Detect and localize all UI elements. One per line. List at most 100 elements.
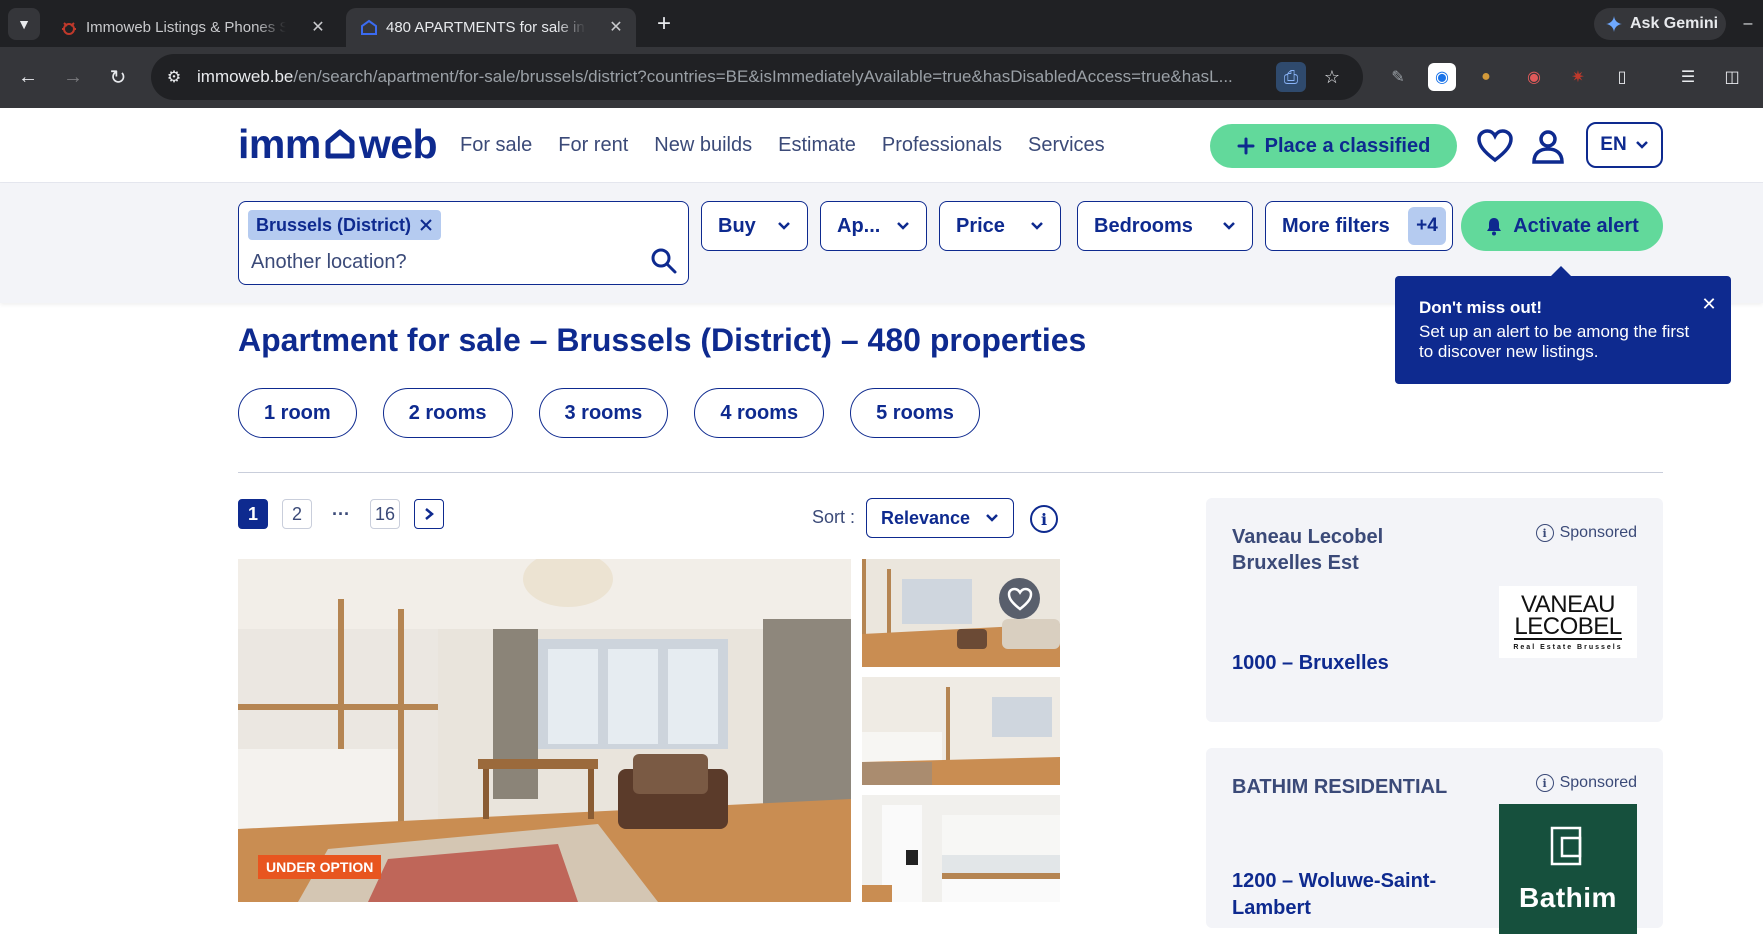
- reading-list-icon[interactable]: ☰: [1674, 63, 1702, 91]
- listing-thumb-2[interactable]: [862, 677, 1060, 785]
- info-icon: i: [1535, 774, 1554, 792]
- plus-icon: [1237, 137, 1255, 155]
- forward-icon[interactable]: →: [57, 61, 89, 93]
- agency-address: 1000 – Bruxelles: [1232, 652, 1389, 674]
- url-path: /en/search/apartment/for-sale/brussels/d…: [293, 67, 1233, 86]
- reload-icon[interactable]: ↻: [102, 61, 134, 93]
- room-pill-5[interactable]: 5 rooms: [850, 388, 980, 438]
- nav-for-sale[interactable]: For sale: [460, 134, 532, 157]
- sponsored-tag[interactable]: i Sponsored: [1535, 774, 1637, 792]
- sort-info-icon[interactable]: i: [1030, 505, 1058, 533]
- place-classified-button[interactable]: Place a classified: [1210, 124, 1457, 168]
- chevron-down-icon: [1635, 141, 1648, 149]
- location-chip[interactable]: Brussels (District): [248, 210, 442, 240]
- bug-extension-icon[interactable]: ✷: [1564, 63, 1592, 91]
- ask-gemini-button[interactable]: Ask Gemini: [1594, 8, 1726, 40]
- room-filter-pills: 1 room 2 rooms 3 rooms 4 rooms 5 rooms: [238, 388, 980, 438]
- room-pill-4[interactable]: 4 rooms: [694, 388, 825, 438]
- divider: [238, 472, 1663, 473]
- listing-main-photo[interactable]: [238, 559, 851, 902]
- new-tab-button[interactable]: +: [650, 10, 678, 38]
- tooltip-text: Set up an alert to be among the first to…: [1419, 322, 1690, 361]
- location-search-box[interactable]: Brussels (District): [238, 201, 689, 285]
- bug-extension-icon: [62, 22, 76, 35]
- status-badge: UNDER OPTION: [258, 855, 382, 879]
- url-text[interactable]: immoweb.be/en/search/apartment/for-sale/…: [197, 67, 1287, 89]
- nav-professionals[interactable]: Professionals: [882, 134, 1002, 157]
- pagination: 1 2 ··· 16: [238, 499, 444, 529]
- sponsored-agency-card[interactable]: BATHIM RESIDENTIAL i Sponsored 1200 – Wol…: [1206, 748, 1663, 934]
- page-1-button[interactable]: 1: [238, 499, 268, 529]
- location-input[interactable]: [251, 248, 611, 276]
- close-tab-icon[interactable]: ✕: [606, 17, 626, 37]
- logo-line-3: Real Estate Brussels: [1513, 643, 1623, 651]
- language-label: EN: [1600, 134, 1627, 155]
- place-classified-label: Place a classified: [1264, 134, 1431, 157]
- gemini-sparkle-icon: [1606, 16, 1622, 32]
- pen-extension-icon[interactable]: ✎: [1384, 63, 1412, 91]
- browser-tab-immoweb-listings[interactable]: Immoweb Listings & Phones Se ✕: [46, 8, 338, 47]
- sponsored-tag[interactable]: i Sponsored: [1535, 524, 1637, 542]
- address-bar[interactable]: ⚙ immoweb.be/en/search/apartment/for-sal…: [151, 54, 1363, 100]
- price-dropdown[interactable]: Price: [939, 201, 1061, 251]
- cookie-extension-icon[interactable]: ●: [1472, 63, 1500, 91]
- nav-for-rent[interactable]: For rent: [558, 134, 628, 157]
- sort-dropdown[interactable]: Relevance: [866, 498, 1014, 538]
- user-account-icon[interactable]: [1528, 126, 1568, 166]
- property-type-dropdown[interactable]: Ap...: [820, 201, 927, 251]
- bedrooms-dropdown[interactable]: Bedrooms: [1077, 201, 1253, 251]
- save-listing-heart-icon[interactable]: [999, 578, 1040, 619]
- sponsored-agency-card[interactable]: Vaneau Lecobel Bruxelles Est i Sponsored …: [1206, 498, 1663, 722]
- more-filters-button[interactable]: More filters +4: [1265, 201, 1453, 251]
- bedrooms-label: Bedrooms: [1094, 214, 1193, 237]
- room-pill-3[interactable]: 3 rooms: [538, 388, 669, 438]
- agency-logo: Bathim: [1499, 804, 1637, 934]
- page-2-button[interactable]: 2: [282, 499, 312, 529]
- sort-label: Sort :: [812, 507, 856, 527]
- favorites-heart-icon[interactable]: [1475, 126, 1515, 166]
- tab-title: 480 APARTMENTS for sale in Br: [386, 19, 586, 36]
- page-last-button[interactable]: 16: [370, 499, 400, 529]
- page-title: Apartment for sale – Brussels (District)…: [238, 322, 1087, 358]
- site-header: imm web For sale For rent New builds Est…: [0, 108, 1763, 183]
- search-icon[interactable]: [649, 246, 679, 276]
- agency-logo: VANEAU LECOBEL Real Estate Brussels: [1499, 586, 1637, 658]
- logo-text-left: imm: [238, 120, 321, 167]
- transaction-type-dropdown[interactable]: Buy: [701, 201, 808, 251]
- cat-extension-icon[interactable]: ◉: [1520, 63, 1548, 91]
- ask-gemini-label: Ask Gemini: [1630, 15, 1719, 32]
- side-panel-icon[interactable]: ◫: [1718, 63, 1746, 91]
- window-minimize-icon[interactable]: –: [1733, 0, 1763, 47]
- immoweb-logo[interactable]: imm web: [238, 120, 438, 167]
- house-logo-icon: [325, 129, 355, 159]
- main-nav: For sale For rent New builds Estimate Pr…: [460, 134, 1105, 157]
- url-host: immoweb.be: [197, 67, 294, 86]
- install-app-icon[interactable]: ⎙: [1276, 62, 1306, 92]
- nav-services[interactable]: Services: [1028, 134, 1105, 157]
- language-selector[interactable]: EN: [1586, 122, 1663, 168]
- browser-tab-apartments[interactable]: 480 APARTMENTS for sale in Br ✕: [346, 8, 636, 47]
- close-icon[interactable]: ✕: [1699, 294, 1719, 314]
- close-tab-icon[interactable]: ✕: [308, 17, 328, 37]
- activate-alert-button[interactable]: Activate alert: [1461, 201, 1663, 251]
- room-pill-1[interactable]: 1 room: [238, 388, 357, 438]
- extension-icon[interactable]: ◉: [1428, 63, 1456, 91]
- remove-location-icon[interactable]: [419, 218, 433, 232]
- bell-icon: [1487, 218, 1502, 236]
- logo-text: Bathim: [1519, 882, 1617, 913]
- tab-search-button[interactable]: ▼: [8, 8, 40, 40]
- back-icon[interactable]: ←: [12, 61, 44, 93]
- activate-alert-label: Activate alert: [1513, 214, 1639, 237]
- agency-name: Vaneau Lecobel Bruxelles Est: [1232, 526, 1384, 574]
- extensions-puzzle-icon[interactable]: ▯: [1608, 63, 1636, 91]
- sort-value: Relevance: [881, 507, 971, 528]
- listing-thumb-3[interactable]: [862, 795, 1060, 902]
- next-page-icon[interactable]: [414, 499, 444, 529]
- agency-address: 1200 – Woluwe-Saint-Lambert: [1232, 870, 1437, 919]
- nav-new-builds[interactable]: New builds: [654, 134, 752, 157]
- site-info-icon[interactable]: ⚙: [163, 66, 185, 88]
- nav-estimate[interactable]: Estimate: [778, 134, 856, 157]
- sponsored-label: Sponsored: [1559, 524, 1637, 541]
- room-pill-2[interactable]: 2 rooms: [382, 388, 513, 438]
- bookmark-star-icon[interactable]: ☆: [1317, 62, 1347, 92]
